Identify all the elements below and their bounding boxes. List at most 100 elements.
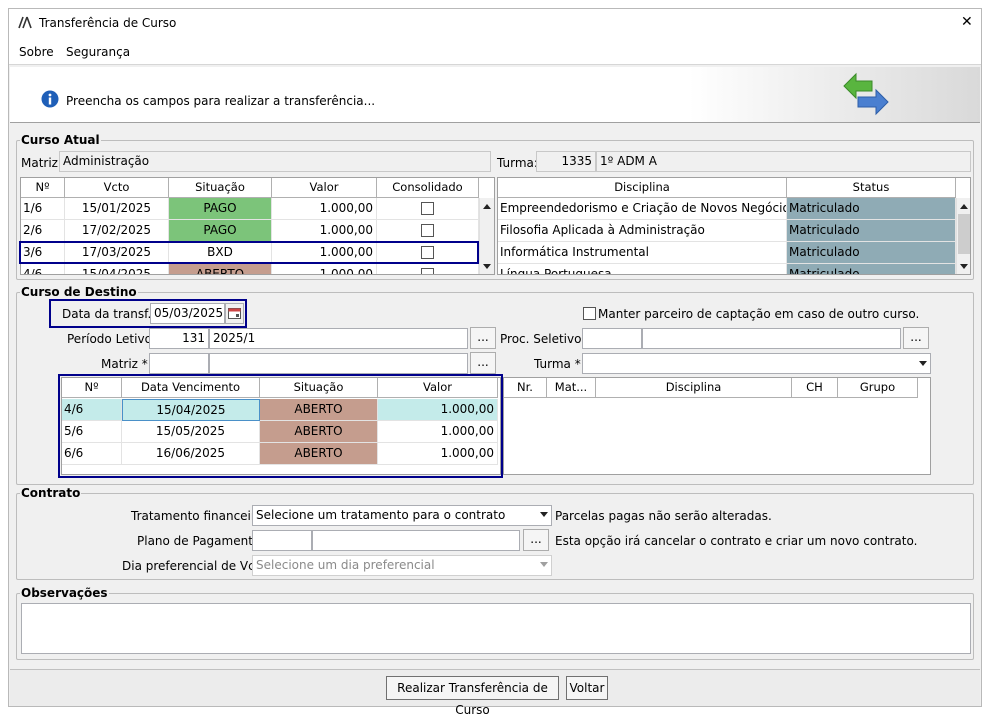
status-badge[interactable]: Matriculado — [787, 264, 956, 274]
turma-destino-label: Turma *: — [534, 357, 585, 371]
consolidado-cell — [377, 198, 479, 220]
table-cell[interactable]: Língua Portuguesa — [498, 264, 787, 274]
menu-bar: Sobre Segurança — [9, 37, 981, 65]
app-logo-icon — [18, 16, 32, 29]
column-header[interactable]: Nº — [21, 178, 65, 198]
transfer-arrows-icon — [843, 72, 889, 116]
matriz-field: Administração — [59, 151, 491, 172]
voltar-button[interactable]: Voltar — [566, 676, 608, 700]
column-header[interactable]: Situação — [169, 178, 272, 198]
scrollbar[interactable] — [956, 198, 970, 274]
scroll-down-icon[interactable] — [960, 264, 968, 269]
periodo-search-button[interactable]: ... — [470, 327, 496, 349]
status-badge[interactable]: PAGO — [169, 220, 272, 242]
scroll-up-icon[interactable] — [483, 204, 491, 209]
table-cell[interactable]: Empreendedorismo e Criação de Novos Negó… — [498, 198, 787, 220]
turma-label: Turma: — [497, 156, 538, 170]
table-cell[interactable]: 15/04/2025 — [65, 264, 169, 274]
plano-note: Esta opção irá cancelar o contrato e cri… — [555, 534, 918, 548]
column-header[interactable]: Status — [787, 178, 956, 198]
column-header[interactable]: Consolidado — [377, 178, 479, 198]
column-header[interactable]: Valor — [272, 178, 377, 198]
table-cell[interactable]: Informática Instrumental — [498, 242, 787, 264]
column-header[interactable]: Mat... — [547, 378, 596, 398]
turma-select[interactable] — [582, 353, 931, 374]
footer-bar: Realizar Transferência de Curso Voltar — [10, 669, 980, 717]
curso-destino-title: Curso de Destino — [20, 285, 138, 299]
transfer-window: Transferência de Curso ✕ Sobre Segurança… — [8, 8, 982, 717]
proc-value-input[interactable] — [642, 328, 901, 349]
table-cell[interactable]: 17/02/2025 — [65, 220, 169, 242]
column-header[interactable]: Vcto — [65, 178, 169, 198]
plano-value-input[interactable] — [312, 530, 520, 551]
table-cell[interactable]: 1.000,00 — [272, 198, 377, 220]
manter-parceiro-checkbox[interactable] — [583, 307, 596, 320]
turma-name-field: 1º ADM A — [596, 151, 971, 172]
status-badge[interactable]: Matriculado — [787, 242, 956, 264]
chevron-down-icon — [540, 512, 548, 517]
tratamento-select[interactable]: Selecione um tratamento para o contrato — [252, 505, 552, 526]
column-header[interactable]: Disciplina — [498, 178, 787, 198]
matriz-value-input[interactable] — [209, 353, 468, 374]
observacoes-textarea[interactable] — [21, 603, 971, 654]
plano-label: Plano de Pagamento: — [137, 534, 265, 548]
tratamento-note: Parcelas pagas não serão alteradas. — [555, 509, 772, 523]
window-title: Transferência de Curso — [39, 16, 177, 30]
matriz-search-button[interactable]: ... — [470, 352, 496, 374]
scroll-down-icon[interactable] — [483, 264, 491, 269]
consolidado-checkbox[interactable] — [421, 202, 434, 215]
periodo-value-input[interactable]: 2025/1 — [209, 328, 468, 349]
status-badge[interactable]: ABERTO — [169, 264, 272, 274]
manter-parceiro-label: Manter parceiro de captação em caso de o… — [598, 307, 920, 321]
proc-search-button[interactable]: ... — [903, 327, 929, 349]
column-header[interactable]: CH — [792, 378, 838, 398]
table-cell[interactable]: 1.000,00 — [272, 264, 377, 274]
periodo-code-input[interactable]: 131 — [149, 328, 209, 349]
chevron-down-icon — [540, 562, 548, 567]
close-icon[interactable]: ✕ — [961, 14, 973, 30]
consolidado-cell — [377, 220, 479, 242]
dia-label: Dia preferencial de Vcto: — [122, 559, 271, 573]
matriz-code-input[interactable] — [149, 353, 209, 374]
turma-code-field: 1335 — [536, 151, 596, 172]
matriz-destino-label: Matriz *: — [101, 357, 152, 371]
proc-seletivo-label: Proc. Seletivo*: — [500, 332, 592, 346]
scroll-thumb[interactable] — [958, 214, 970, 254]
consolidado-checkbox[interactable] — [421, 224, 434, 237]
status-badge[interactable]: PAGO — [169, 198, 272, 220]
table-cell[interactable]: 1/6 — [21, 198, 65, 220]
table-cell[interactable]: 1.000,00 — [272, 220, 377, 242]
curso-atual-title: Curso Atual — [20, 133, 101, 147]
column-header[interactable]: Grupo — [838, 378, 918, 398]
plano-code-input[interactable] — [252, 530, 312, 551]
observacoes-title: Observações — [20, 586, 109, 600]
disciplinas-atual-grid[interactable]: Disciplina Status Empreendedorismo e Cri… — [497, 177, 971, 275]
scrollbar[interactable] — [479, 198, 494, 274]
disciplinas-destino-grid[interactable]: Nr. Mat... Disciplina CH Grupo — [503, 377, 931, 475]
contrato-title: Contrato — [20, 486, 82, 500]
table-cell[interactable]: 4/6 — [21, 264, 65, 274]
info-icon — [41, 90, 59, 108]
menu-item-seguranca[interactable]: Segurança — [66, 45, 130, 59]
plano-search-button[interactable]: ... — [523, 529, 549, 551]
consolidado-checkbox[interactable] — [421, 268, 434, 274]
column-header[interactable]: Disciplina — [596, 378, 792, 398]
matriz-label: Matriz: — [21, 156, 63, 170]
selection-highlight — [19, 241, 479, 264]
scroll-up-icon[interactable] — [960, 204, 968, 209]
table-cell[interactable]: Filosofia Aplicada à Administração — [498, 220, 787, 242]
dia-select[interactable]: Selecione um dia preferencial — [252, 555, 552, 576]
periodo-letivo-label: Período Letivo: — [67, 332, 156, 346]
info-banner: Preencha os campos para realizar a trans… — [10, 67, 980, 123]
status-badge[interactable]: Matriculado — [787, 220, 956, 242]
column-header[interactable]: Nr. — [504, 378, 547, 398]
consolidado-cell — [377, 264, 479, 274]
chevron-down-icon — [919, 361, 927, 366]
status-badge[interactable]: Matriculado — [787, 198, 956, 220]
table-cell[interactable]: 2/6 — [21, 220, 65, 242]
proc-code-input[interactable] — [582, 328, 642, 349]
menu-item-sobre[interactable]: Sobre — [19, 45, 54, 59]
tratamento-label: Tratamento financeiro: — [131, 509, 267, 523]
table-cell[interactable]: 15/01/2025 — [65, 198, 169, 220]
realizar-transferencia-button[interactable]: Realizar Transferência de Curso — [386, 676, 559, 717]
